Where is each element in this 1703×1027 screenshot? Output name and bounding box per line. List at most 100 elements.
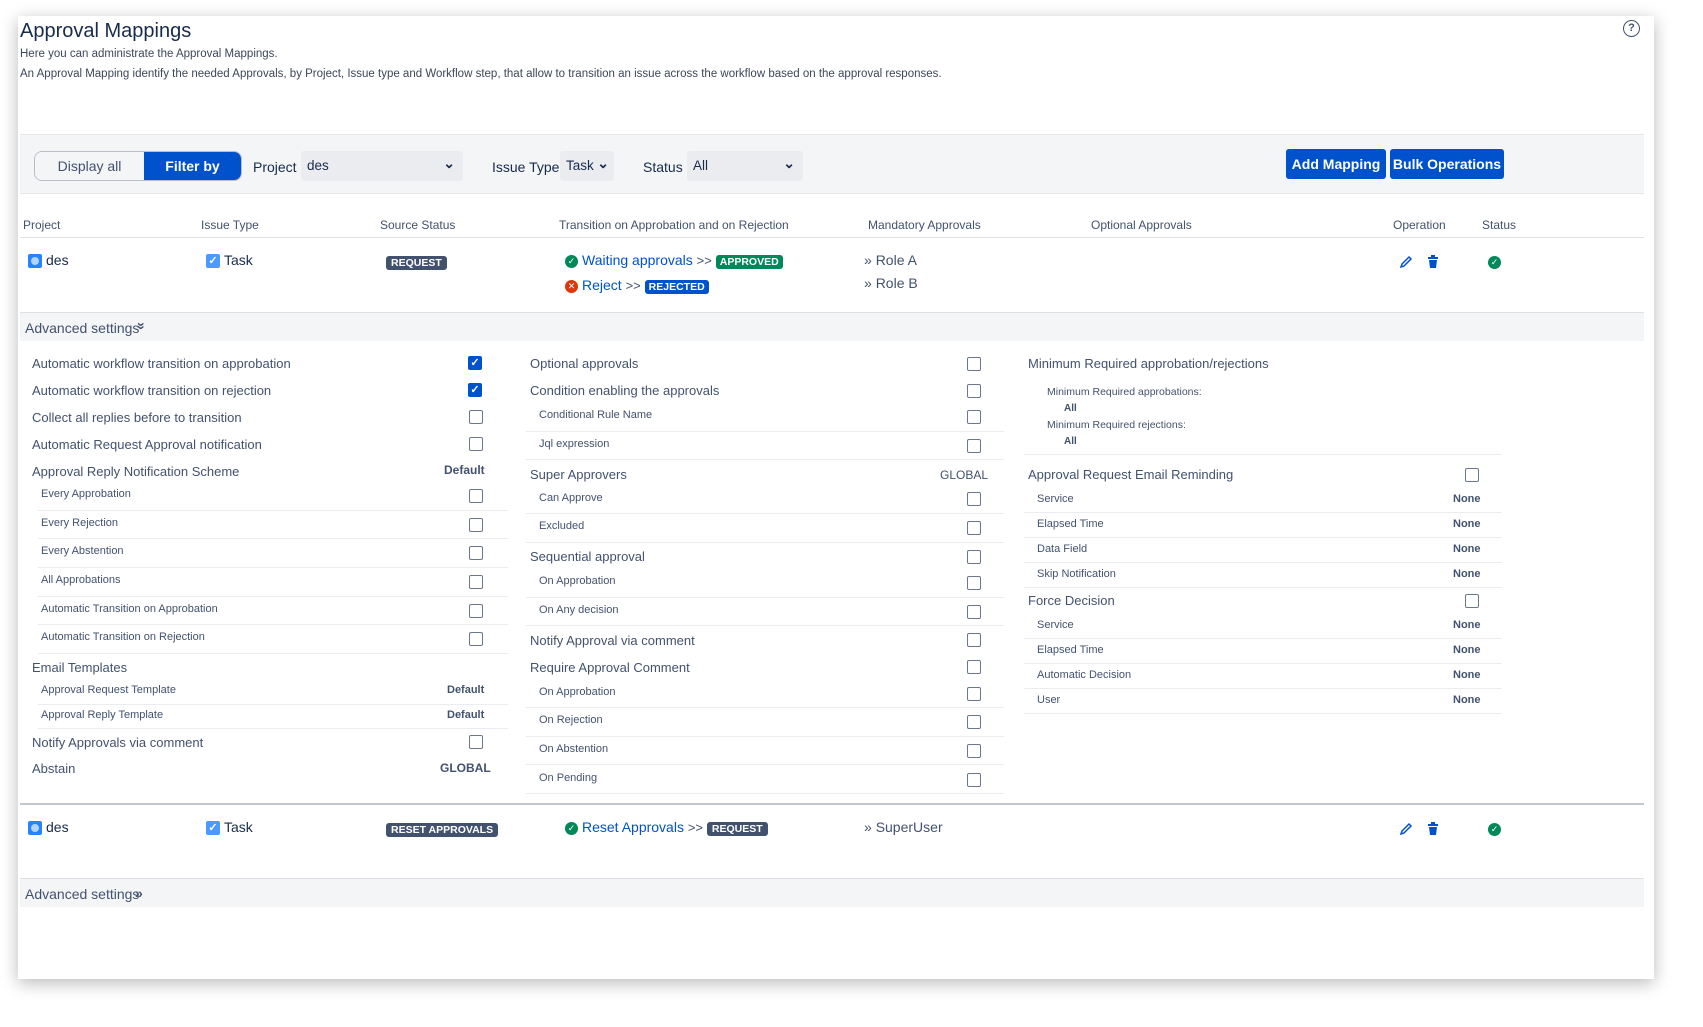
status-filter-select[interactable]: All ⌄	[687, 151, 803, 181]
table-row-project[interactable]: des	[28, 819, 69, 836]
task-checkbox-icon: ✓	[206, 254, 220, 269]
setting-email-reminding-checkbox[interactable]	[1465, 468, 1479, 482]
setting-min-approbations-value: All	[1064, 403, 1077, 414]
display-all-button[interactable]: Display all	[35, 152, 144, 180]
divider	[1024, 638, 1502, 639]
transition-link-waiting-approvals[interactable]: Waiting approvals	[582, 252, 693, 268]
transition-link-reject[interactable]: Reject	[582, 277, 622, 293]
setting-rc-abstention-label: On Abstention	[539, 743, 609, 755]
setting-conditional-rule-checkbox[interactable]	[967, 410, 981, 424]
setting-auto-transition-approbation-checkbox[interactable]	[469, 604, 483, 618]
setting-reminding-data-field-value: None	[1453, 543, 1481, 555]
setting-every-approbation-label: Every Approbation	[41, 488, 131, 500]
setting-rc-abstention-checkbox[interactable]	[967, 744, 981, 758]
filter-by-button[interactable]: Filter by	[144, 152, 241, 180]
divider	[38, 510, 508, 511]
setting-collect-replies-label: Collect all replies before to transition	[32, 410, 242, 425]
setting-conditional-rule-label: Conditional Rule Name	[539, 409, 653, 421]
setting-seq-on-approbation-checkbox[interactable]	[967, 576, 981, 590]
setting-optional-approvals-checkbox[interactable]	[967, 357, 981, 371]
advanced-settings-bar[interactable]: Advanced settings »	[20, 313, 1644, 341]
project-icon	[28, 821, 42, 836]
trash-icon[interactable]	[1427, 255, 1439, 269]
setting-rc-pending-checkbox[interactable]	[967, 773, 981, 787]
double-chevron-icon: »	[864, 819, 872, 835]
setting-notify-approval-comment-label: Notify Approval via comment	[530, 633, 695, 648]
check-circle-icon: ✓	[1488, 256, 1501, 269]
header-divider	[20, 237, 1644, 238]
setting-excluded-checkbox[interactable]	[967, 521, 981, 535]
target-status-badge: REQUEST	[706, 822, 768, 836]
setting-auto-rejection-checkbox[interactable]: ✓	[468, 383, 482, 397]
table-row-project[interactable]: des	[28, 252, 69, 269]
setting-force-decision-label: Force Decision	[1028, 593, 1115, 608]
source-status-label: REQUEST	[386, 256, 447, 270]
project-filter-label: Project	[253, 159, 297, 175]
setting-notify-comment-checkbox[interactable]	[469, 735, 483, 749]
setting-request-notification-checkbox[interactable]	[469, 437, 483, 451]
page-description: Here you can administrate the Approval M…	[20, 48, 278, 60]
setting-every-approbation-checkbox[interactable]	[469, 489, 483, 503]
setting-auto-rejection-label: Automatic workflow transition on rejecti…	[32, 383, 272, 398]
setting-condition-checkbox[interactable]	[967, 384, 981, 398]
mandatory-approval-superuser: » SuperUser	[864, 819, 943, 835]
setting-auto-approbation-checkbox[interactable]: ✓	[468, 356, 482, 370]
advanced-settings-toggle[interactable]: Advanced settings	[25, 320, 139, 336]
setting-rc-rejection-label: On Rejection	[539, 714, 603, 726]
setting-reminding-service-value: None	[1453, 493, 1481, 505]
setting-auto-transition-rejection-checkbox[interactable]	[469, 632, 483, 646]
issue-type-filter-select[interactable]: Task ⌄	[560, 151, 614, 181]
double-chevron-icon: »	[864, 275, 872, 291]
divider	[526, 625, 1004, 626]
help-icon[interactable]: ?	[1623, 20, 1640, 37]
add-mapping-button[interactable]: Add Mapping	[1286, 149, 1386, 179]
setting-collect-replies-checkbox[interactable]	[469, 410, 483, 424]
setting-require-comment-checkbox[interactable]	[967, 660, 981, 674]
setting-force-auto-label: Automatic Decision	[1037, 669, 1132, 681]
setting-auto-approbation-label: Automatic workflow transition on approba…	[32, 356, 291, 371]
setting-every-rejection-label: Every Rejection	[41, 517, 119, 529]
table-row-issue-type: ✓ Task	[206, 819, 253, 836]
setting-min-required-label: Minimum Required approbation/rejections	[1028, 356, 1269, 371]
issue-type-filter-label: Issue Type	[492, 159, 560, 175]
setting-reminding-data-field-label: Data Field	[1037, 543, 1088, 555]
row-divider	[20, 803, 1644, 805]
divider	[526, 513, 1004, 514]
setting-force-decision-checkbox[interactable]	[1465, 594, 1479, 608]
setting-rc-pending-label: On Pending	[539, 772, 598, 784]
setting-sequential-checkbox[interactable]	[967, 550, 981, 564]
trash-icon[interactable]	[1427, 822, 1439, 836]
divider	[1024, 688, 1502, 689]
project-filter-select[interactable]: des ⌄	[301, 151, 463, 181]
pencil-icon[interactable]	[1399, 255, 1413, 269]
issue-type-name: Task	[224, 252, 253, 268]
advanced-settings-toggle[interactable]: Advanced settings	[25, 886, 139, 902]
table-row-issue-type: ✓ Task	[206, 252, 253, 269]
chevron-down-icon: ⌄	[597, 155, 609, 171]
setting-all-approbations-checkbox[interactable]	[469, 575, 483, 589]
setting-seq-on-any-checkbox[interactable]	[967, 605, 981, 619]
setting-force-user-value: None	[1453, 694, 1481, 706]
setting-every-rejection-checkbox[interactable]	[469, 518, 483, 532]
setting-min-rejections-value: All	[1064, 436, 1077, 447]
transition-approve: ✓ Waiting approvals >> APPROVED	[565, 252, 783, 269]
task-checkbox-icon: ✓	[206, 821, 220, 836]
setting-can-approve-checkbox[interactable]	[967, 492, 981, 506]
setting-seq-on-any-label: On Any decision	[539, 604, 619, 616]
setting-notify-approval-comment-checkbox[interactable]	[967, 633, 981, 647]
target-status-badge: REJECTED	[644, 280, 709, 294]
pencil-icon[interactable]	[1399, 822, 1413, 836]
bulk-operations-button[interactable]: Bulk Operations	[1390, 149, 1504, 179]
setting-rc-rejection-checkbox[interactable]	[967, 715, 981, 729]
advanced-settings-bar[interactable]: Advanced settings »	[20, 879, 1644, 907]
setting-rc-approbation-checkbox[interactable]	[967, 687, 981, 701]
transition-link-reset-approvals[interactable]: Reset Approvals	[582, 819, 684, 835]
setting-every-abstention-checkbox[interactable]	[469, 546, 483, 560]
setting-email-reminding-label: Approval Request Email Reminding	[1028, 467, 1234, 482]
double-chevron-right-icon[interactable]: »	[135, 885, 143, 901]
divider	[526, 542, 1004, 543]
setting-jql-checkbox[interactable]	[967, 439, 981, 453]
project-name: des	[46, 819, 69, 835]
double-chevron-down-icon[interactable]: »	[134, 322, 150, 330]
setting-min-rejections-label: Minimum Required rejections:	[1047, 419, 1186, 431]
